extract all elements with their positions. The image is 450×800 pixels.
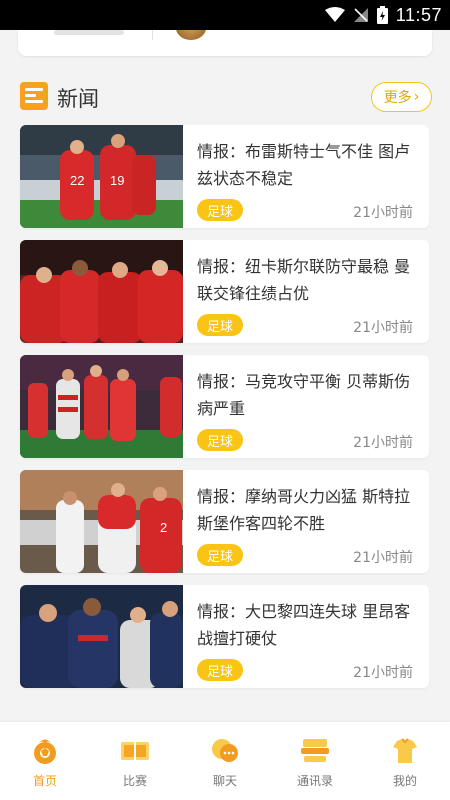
nav-label: 比赛 <box>122 774 147 788</box>
match-icon <box>120 736 150 766</box>
news-title: 情报：纽卡斯尔联防守最稳 曼联交锋往绩占优 <box>197 257 411 303</box>
divider <box>152 30 153 40</box>
news-section-header: 新闻 更多 › <box>20 80 432 114</box>
svg-text:2: 2 <box>160 520 167 535</box>
nav-label: 我的 <box>392 774 417 788</box>
news-title: 情报：马竞攻守平衡 贝蒂斯伤病严重 <box>197 372 411 418</box>
news-thumbnail <box>20 585 183 688</box>
newspaper-icon <box>20 82 48 110</box>
news-thumbnail <box>20 240 183 343</box>
more-button[interactable]: 更多 › <box>371 82 432 112</box>
battery-charging-icon <box>376 6 388 24</box>
news-time: 21小时前 <box>353 320 413 336</box>
news-item[interactable]: 2 情报：摩纳哥火力凶猛 斯特拉斯堡作客四轮不胜 足球 21小时前 <box>20 470 429 573</box>
previous-card-text <box>54 30 124 35</box>
nav-profile[interactable]: 我的 <box>360 722 450 800</box>
news-item[interactable]: 情报：马竞攻守平衡 贝蒂斯伤病严重 足球 21小时前 <box>20 355 429 458</box>
nav-home[interactable]: 首页 <box>0 722 90 800</box>
nav-chat[interactable]: 聊天 <box>180 722 270 800</box>
more-label: 更多 <box>383 90 412 106</box>
status-time: 11:57 <box>395 4 442 25</box>
news-title: 情报：摩纳哥火力凶猛 斯特拉斯堡作客四轮不胜 <box>197 487 411 533</box>
news-item[interactable]: 情报：大巴黎四连失球 里昂客战擅打硬仗 足球 21小时前 <box>20 585 429 688</box>
profile-icon <box>390 736 420 766</box>
news-thumbnail: 2 <box>20 470 183 573</box>
avatar <box>176 30 206 40</box>
news-time: 21小时前 <box>353 205 413 221</box>
wifi-icon <box>324 7 345 22</box>
nav-label: 首页 <box>32 774 57 788</box>
news-list: 22 19 情报：布雷斯特士气不佳 图卢兹状态不稳定 足球 21小时前 情报：纽… <box>20 125 429 700</box>
news-item[interactable]: 22 19 情报：布雷斯特士气不佳 图卢兹状态不稳定 足球 21小时前 <box>20 125 429 228</box>
category-tag: 足球 <box>197 544 243 566</box>
section-title: 新闻 <box>57 87 99 111</box>
category-tag: 足球 <box>197 429 243 451</box>
category-tag: 足球 <box>197 659 243 681</box>
previous-card[interactable] <box>18 30 432 56</box>
chevron-right-icon: › <box>413 89 420 105</box>
news-title: 情报：布雷斯特士气不佳 图卢兹状态不稳定 <box>197 142 411 188</box>
contacts-icon <box>300 736 330 766</box>
svg-text:19: 19 <box>110 173 124 188</box>
status-bar: 11:57 <box>0 0 450 30</box>
news-title: 情报：大巴黎四连失球 里昂客战擅打硬仗 <box>197 602 411 648</box>
no-signal-icon <box>353 8 368 22</box>
nav-label: 聊天 <box>212 774 237 788</box>
category-tag: 足球 <box>197 314 243 336</box>
news-time: 21小时前 <box>353 435 413 451</box>
news-item[interactable]: 情报：纽卡斯尔联防守最稳 曼联交锋往绩占优 足球 21小时前 <box>20 240 429 343</box>
category-tag: 足球 <box>197 199 243 221</box>
news-thumbnail <box>20 355 183 458</box>
news-time: 21小时前 <box>353 550 413 566</box>
nav-label: 通讯录 <box>296 774 333 788</box>
chat-icon <box>210 736 240 766</box>
svg-text:22: 22 <box>70 173 84 188</box>
news-time: 21小时前 <box>353 665 413 681</box>
news-thumbnail: 22 19 <box>20 125 183 228</box>
home-icon <box>30 736 60 766</box>
bottom-nav: 首页 比赛 聊天 通讯录 我的 <box>0 722 450 800</box>
nav-match[interactable]: 比赛 <box>90 722 180 800</box>
nav-contacts[interactable]: 通讯录 <box>270 722 360 800</box>
